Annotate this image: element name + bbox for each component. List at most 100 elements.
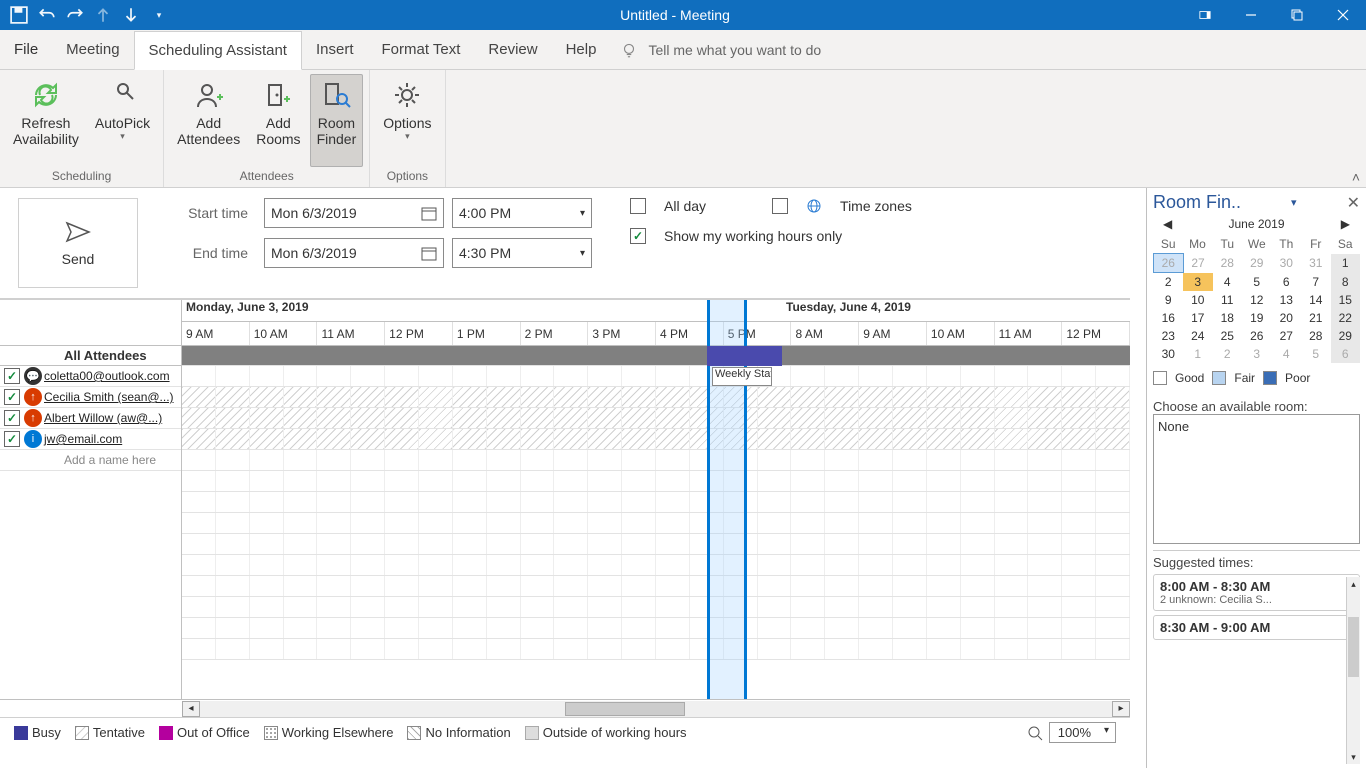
calendar-day[interactable]: 11 [1213, 291, 1243, 309]
event-weekly-staff[interactable]: Weekly Staff [712, 367, 772, 386]
arrow-up-icon[interactable] [94, 6, 112, 24]
calendar-day[interactable]: 13 [1272, 291, 1302, 309]
next-month-icon[interactable]: ▶ [1341, 217, 1350, 231]
attendee-row[interactable]: ↑ Cecilia Smith (sean@...) [0, 387, 181, 408]
calendar-day[interactable]: 24 [1183, 327, 1213, 345]
scroll-right-icon[interactable]: ▸ [1112, 701, 1130, 717]
calendar-day[interactable]: 30 [1272, 254, 1302, 273]
start-time-dropdown[interactable]: 4:00 PM ▾ [452, 198, 592, 228]
calendar-day[interactable]: 18 [1213, 309, 1243, 327]
calendar-day[interactable]: 8 [1331, 273, 1361, 292]
calendar-day[interactable]: 6 [1331, 345, 1361, 363]
calendar-day[interactable]: 28 [1301, 327, 1331, 345]
room-finder-button[interactable]: Room Finder [310, 74, 364, 167]
save-icon[interactable] [10, 6, 28, 24]
calendar-day[interactable]: 1 [1331, 254, 1361, 273]
calendar-day[interactable]: 27 [1183, 254, 1213, 273]
calendar-day[interactable]: 6 [1272, 273, 1302, 292]
calendar-day[interactable]: 20 [1272, 309, 1302, 327]
horizontal-scrollbar[interactable]: ◂ ▸ [0, 699, 1130, 717]
calendar-day[interactable]: 14 [1301, 291, 1331, 309]
availability-grid[interactable]: Monday, June 3, 2019 Tuesday, June 4, 20… [182, 300, 1130, 699]
room-list[interactable]: None [1153, 414, 1360, 544]
add-rooms-button[interactable]: Add Rooms [249, 74, 307, 167]
calendar-day[interactable]: 3 [1183, 273, 1213, 292]
calendar-day[interactable]: 4 [1213, 273, 1243, 292]
tab-format-text[interactable]: Format Text [367, 30, 474, 69]
calendar-day[interactable]: 27 [1272, 327, 1302, 345]
prev-month-icon[interactable]: ◀ [1163, 217, 1172, 231]
scroll-down-icon[interactable]: ▾ [1347, 750, 1360, 764]
tab-scheduling-assistant[interactable]: Scheduling Assistant [134, 31, 302, 70]
calendar-day[interactable]: 26 [1154, 254, 1184, 273]
calendar-day[interactable]: 1 [1183, 345, 1213, 363]
scroll-up-icon[interactable]: ▴ [1347, 577, 1360, 591]
autopick-button[interactable]: AutoPick ▾ [88, 74, 157, 167]
tab-help[interactable]: Help [552, 30, 611, 69]
refresh-availability-button[interactable]: Refresh Availability [6, 74, 86, 167]
tab-insert[interactable]: Insert [302, 30, 368, 69]
close-pane-icon[interactable]: ✕ [1347, 193, 1360, 213]
calendar-day[interactable]: 9 [1154, 291, 1184, 309]
options-button[interactable]: Options ▾ [376, 74, 438, 167]
tab-file[interactable]: File [0, 30, 52, 69]
arrow-down-icon[interactable] [122, 6, 140, 24]
calendar-day[interactable]: 2 [1154, 273, 1184, 292]
attendee-checkbox[interactable] [4, 368, 20, 384]
undo-icon[interactable] [38, 6, 56, 24]
calendar-day[interactable]: 4 [1272, 345, 1302, 363]
time-zones-checkbox[interactable] [772, 198, 788, 214]
calendar-day[interactable]: 28 [1213, 254, 1243, 273]
search-icon[interactable] [1027, 725, 1043, 741]
attendee-row[interactable]: 💬 coletta00@outlook.com [0, 366, 181, 387]
attendee-row[interactable]: i jw@email.com [0, 429, 181, 450]
tab-meeting[interactable]: Meeting [52, 30, 133, 69]
room-none[interactable]: None [1158, 419, 1355, 434]
calendar-day[interactable]: 3 [1242, 345, 1272, 363]
tell-me[interactable]: Tell me what you want to do [620, 30, 821, 69]
calendar-day[interactable]: 25 [1213, 327, 1243, 345]
calendar-day[interactable]: 2 [1213, 345, 1243, 363]
calendar-day[interactable]: 15 [1331, 291, 1361, 309]
mini-calendar[interactable]: ◀ June 2019 ▶ SuMoTuWeThFrSa262728293031… [1153, 213, 1360, 363]
all-day-checkbox[interactable] [630, 198, 646, 214]
calendar-day[interactable]: 29 [1331, 327, 1361, 345]
calendar-day[interactable]: 31 [1301, 254, 1331, 273]
send-button[interactable]: Send [18, 198, 138, 288]
redo-icon[interactable] [66, 6, 84, 24]
close-button[interactable] [1320, 0, 1366, 30]
end-date-input[interactable]: Mon 6/3/2019 [264, 238, 444, 268]
calendar-day[interactable]: 7 [1301, 273, 1331, 292]
calendar-day[interactable]: 16 [1154, 309, 1184, 327]
add-attendee-input[interactable]: Add a name here [0, 450, 181, 471]
start-date-input[interactable]: Mon 6/3/2019 [264, 198, 444, 228]
calendar-day[interactable]: 29 [1242, 254, 1272, 273]
attendee-checkbox[interactable] [4, 431, 20, 447]
end-time-dropdown[interactable]: 4:30 PM ▾ [452, 238, 592, 268]
suggestion-scrollbar[interactable]: ▴ ▾ [1346, 577, 1360, 764]
calendar-day[interactable]: 5 [1242, 273, 1272, 292]
scroll-thumb[interactable] [565, 702, 685, 716]
qat-more-icon[interactable]: ▾ [150, 6, 168, 24]
scroll-left-icon[interactable]: ◂ [182, 701, 200, 717]
calendar-day[interactable]: 5 [1301, 345, 1331, 363]
calendar-day[interactable]: 19 [1242, 309, 1272, 327]
calendar-day[interactable]: 21 [1301, 309, 1331, 327]
dropdown-icon[interactable]: ▾ [1291, 196, 1297, 209]
attendee-row[interactable]: ↑ Albert Willow (aw@...) [0, 408, 181, 429]
calendar-day[interactable]: 23 [1154, 327, 1184, 345]
attendee-checkbox[interactable] [4, 410, 20, 426]
calendar-day[interactable]: 12 [1242, 291, 1272, 309]
calendar-day[interactable]: 10 [1183, 291, 1213, 309]
collapse-ribbon-icon[interactable]: ˄ [1352, 169, 1360, 185]
calendar-day[interactable]: 17 [1183, 309, 1213, 327]
add-attendees-button[interactable]: Add Attendees [170, 74, 247, 167]
calendar-day[interactable]: 22 [1331, 309, 1361, 327]
zoom-dropdown[interactable]: 100% [1049, 722, 1116, 743]
scroll-thumb[interactable] [1348, 617, 1359, 677]
calendar-day[interactable]: 30 [1154, 345, 1184, 363]
tab-review[interactable]: Review [474, 30, 551, 69]
attendee-checkbox[interactable] [4, 389, 20, 405]
maximize-button[interactable] [1274, 0, 1320, 30]
minimize-button[interactable] [1228, 0, 1274, 30]
